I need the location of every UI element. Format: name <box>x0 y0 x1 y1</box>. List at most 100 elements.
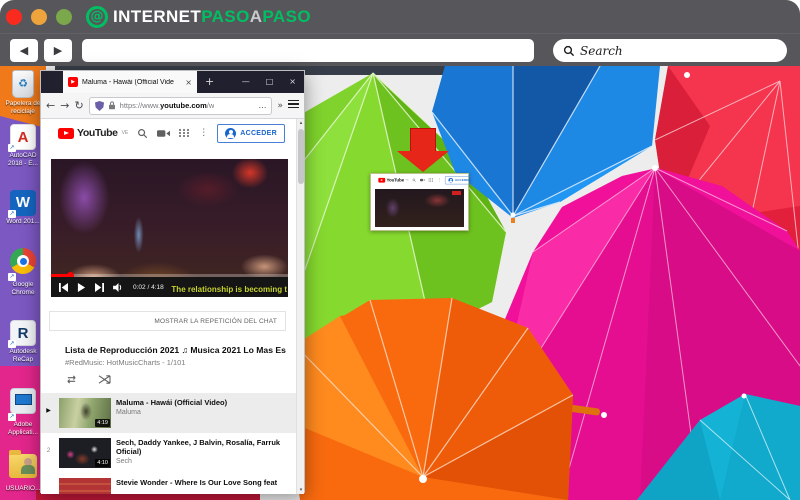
mini-person-icon <box>448 177 454 183</box>
browser-mockup: @ INTERNETPASOAPASO ◀ ▶ Search YouTube V… <box>0 0 800 500</box>
logo-word-internet: INTERNET <box>113 6 202 26</box>
youtube-header: YouTube VE ⋮ ACCEDER <box>41 119 296 147</box>
chat-replay-button[interactable]: MOSTRAR LA REPETICIÓN DEL CHAT <box>49 311 286 331</box>
firefox-tabbar: ▶ Maluma - Hawái (Official Vide × + — □ … <box>41 71 304 93</box>
nav-back-icon[interactable]: ← <box>46 99 55 112</box>
video-thumbnail: 4:19 <box>59 398 111 428</box>
shortcut-arrow-icon: ↗ <box>8 210 16 218</box>
mini-apps-icon <box>428 178 434 182</box>
recycle-bin-icon: ♻ <box>12 70 34 98</box>
next-icon[interactable] <box>95 282 104 292</box>
playlist-item[interactable]: 2 4:10 Sech, Daddy Yankee, J Balvin, Ros… <box>41 433 296 473</box>
video-caption: The relationship is becoming t <box>171 285 287 294</box>
url-scheme: https://www. <box>119 101 161 110</box>
traffic-light-close[interactable] <box>6 8 22 25</box>
adobe-icon <box>10 388 36 414</box>
youtube-search-icon[interactable] <box>137 128 148 139</box>
playlist-item-channel: Maluma <box>116 409 141 416</box>
logo-word-a: A <box>249 6 263 26</box>
time-display: 0:02 / 4:18 <box>133 283 164 291</box>
user-folder-icon <box>9 450 37 478</box>
video-thumbnail <box>59 478 111 494</box>
signin-button[interactable]: ACCEDER <box>217 123 285 143</box>
window-minimize-button[interactable]: — <box>234 71 258 93</box>
back-arrow-icon: ◀ <box>19 44 29 57</box>
playlist-item-title: Stevie Wonder - Where Is Our Love Song f… <box>116 478 278 487</box>
scroll-down-icon[interactable]: ▾ <box>297 487 304 493</box>
mini-red-logo <box>452 191 461 195</box>
youtube-kebab-icon[interactable]: ⋮ <box>199 128 208 138</box>
mini-signin-button: ACCEDER <box>445 175 475 185</box>
now-playing-icon: ▶ <box>46 407 51 414</box>
search-icon <box>563 45 575 56</box>
overflow-icon[interactable]: » <box>277 101 283 111</box>
mini-kebab-icon: ⋮ <box>437 177 442 183</box>
playlist-item-title: Maluma - Hawái (Official Video) <box>116 398 228 407</box>
scroll-up-icon[interactable]: ▴ <box>297 120 304 126</box>
video-player[interactable]: 0:02 / 4:18 The relationship is becoming… <box>51 159 288 297</box>
mini-youtube-window[interactable]: YouTube VE ⋮ ACCEDER <box>370 173 475 231</box>
playlist-item[interactable]: Stevie Wonder - Where Is Our Love Song f… <box>41 473 296 494</box>
internet-paso-a-paso-logo: @ INTERNETPASOAPASO <box>86 5 311 28</box>
window-close-button[interactable]: × <box>281 71 304 93</box>
annotation-arrow-down <box>397 128 449 172</box>
play-icon[interactable] <box>77 282 86 292</box>
loop-icon[interactable] <box>65 374 78 385</box>
volume-icon[interactable] <box>113 282 124 292</box>
mini-youtube-play-icon <box>378 177 386 183</box>
logo-at-icon: @ <box>86 5 108 28</box>
logo-word-paso1: PASO <box>201 6 250 26</box>
shortcut-arrow-icon: ↗ <box>8 144 16 152</box>
scrollbar[interactable]: ▴ ▾ <box>296 119 304 494</box>
mini-video-frame <box>375 189 464 227</box>
url-bar[interactable]: https://www.youtube.com/w … <box>88 96 273 115</box>
tracking-shield-icon <box>94 100 104 111</box>
search-box[interactable]: Search <box>553 39 787 62</box>
shuffle-icon[interactable] <box>98 374 111 385</box>
youtube-apps-icon[interactable] <box>179 129 190 137</box>
playlist-item-channel: Sech <box>116 458 132 465</box>
previous-icon[interactable] <box>59 282 68 292</box>
playlist: ▶ 4:19 Maluma - Hawái (Official Video) M… <box>41 393 296 494</box>
forward-arrow-icon: ▶ <box>53 44 63 57</box>
youtube-favicon: ▶ <box>68 77 78 87</box>
chrome-icon <box>10 248 36 274</box>
firefox-window: ▶ Maluma - Hawái (Official Vide × + — □ … <box>40 70 305 494</box>
mini-youtube-header: YouTube VE ⋮ ACCEDER <box>371 174 475 186</box>
playlist-index: 2 <box>46 447 51 454</box>
window-maximize-button[interactable]: □ <box>258 71 282 93</box>
traffic-light-minimize[interactable] <box>31 8 47 25</box>
page-actions-icon[interactable]: … <box>258 101 266 110</box>
desktop: YouTube VE ⋮ ACCEDER ♻ Papelera de recicl… <box>0 66 800 500</box>
traffic-light-maximize[interactable] <box>56 8 72 25</box>
playlist-index <box>43 478 54 487</box>
youtube-camera-icon[interactable] <box>157 129 171 138</box>
forward-button[interactable]: ▶ <box>44 39 72 62</box>
playlist-header: Lista de Reproducción 2021 ♫ Musica 2021… <box>65 345 286 385</box>
back-button[interactable]: ◀ <box>10 39 38 62</box>
lock-icon <box>108 101 115 110</box>
address-bar[interactable] <box>82 39 534 62</box>
logo-word-paso2: PASO <box>262 6 311 26</box>
playlist-item-current[interactable]: ▶ 4:19 Maluma - Hawái (Official Video) M… <box>41 393 296 433</box>
firefox-menu-icon[interactable] <box>288 98 299 114</box>
shortcut-arrow-icon: ↗ <box>8 273 16 281</box>
firefox-toolbar: ← → ↻ https://www.youtube.com/w … » <box>41 93 304 119</box>
new-tab-button[interactable]: + <box>197 71 222 93</box>
nav-reload-icon[interactable]: ↻ <box>74 99 83 112</box>
youtube-page: ▴ ▾ YouTube VE ⋮ ACCEDER 0:02 / 4:18 The… <box>41 119 304 494</box>
mockup-titlebar: @ INTERNETPASOAPASO <box>0 0 800 33</box>
scrollbar-thumb[interactable] <box>298 129 304 184</box>
browser-tab[interactable]: ▶ Maluma - Hawái (Official Vide × <box>63 71 197 93</box>
mini-camera-icon <box>420 178 425 182</box>
tab-close-icon[interactable]: × <box>185 78 192 87</box>
shortcut-arrow-icon: ↗ <box>8 413 16 421</box>
youtube-play-icon <box>58 127 74 139</box>
person-icon <box>225 127 237 139</box>
video-thumbnail: 4:10 <box>59 438 111 468</box>
youtube-logo[interactable]: YouTube VE <box>58 127 128 139</box>
playlist-item-title: Sech, Daddy Yankee, J Balvin, Rosalía, F… <box>116 438 281 456</box>
nav-forward-icon[interactable]: → <box>60 99 69 112</box>
playlist-title[interactable]: Lista de Reproducción 2021 ♫ Musica 2021… <box>65 345 286 355</box>
playlist-subtitle: #RedMusic: HotMusicCharts - 1/101 <box>65 358 186 367</box>
